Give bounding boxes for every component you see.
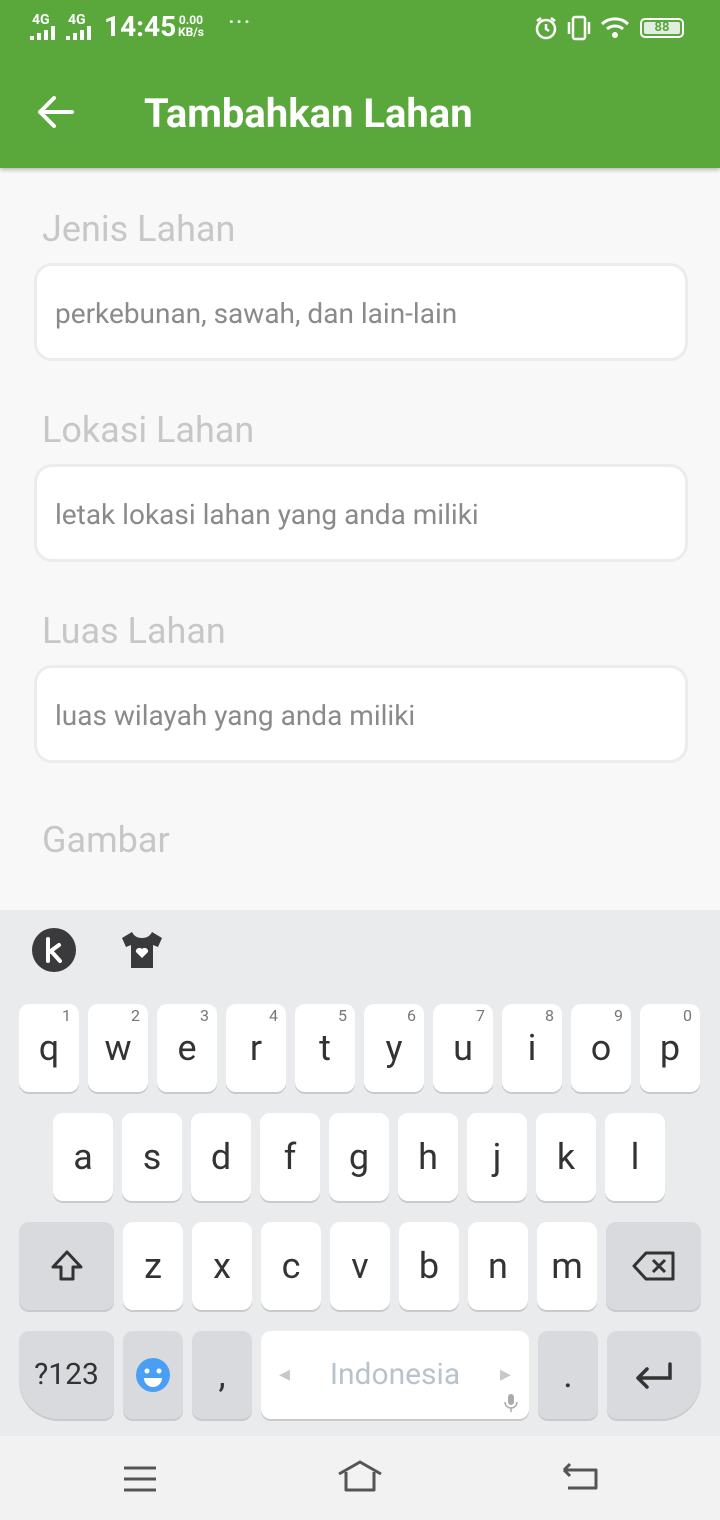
jenis-lahan-input[interactable] — [53, 266, 657, 360]
key-b[interactable]: b — [399, 1222, 459, 1310]
back-nav-icon[interactable] — [560, 1460, 600, 1492]
comma-key[interactable]: , — [192, 1331, 252, 1419]
luas-lahan-field[interactable] — [34, 665, 688, 763]
key-l[interactable]: l — [605, 1113, 665, 1201]
key-k[interactable]: k — [536, 1113, 596, 1201]
more-notifications-icon: ··· — [228, 8, 252, 38]
key-x[interactable]: x — [192, 1222, 252, 1310]
key-i[interactable]: i8 — [502, 1004, 562, 1092]
key-o[interactable]: o9 — [571, 1004, 631, 1092]
emoji-icon — [136, 1358, 170, 1392]
key-d[interactable]: d — [191, 1113, 251, 1201]
space-key[interactable]: ◂ Indonesia ▸ — [261, 1331, 529, 1419]
keyboard: ?123 , ◂ Indonesia ▸ . q1w2e3r4t5y6u7i8o… — [0, 910, 720, 1436]
key-v[interactable]: v — [330, 1222, 390, 1310]
shift-key[interactable] — [19, 1222, 114, 1310]
key-w[interactable]: w2 — [88, 1004, 148, 1092]
space-language-label: Indonesia — [329, 1357, 461, 1392]
theme-shirt-icon[interactable] — [120, 930, 164, 970]
menu-icon[interactable] — [122, 1464, 158, 1494]
back-arrow-icon[interactable] — [36, 90, 76, 134]
key-j[interactable]: j — [467, 1113, 527, 1201]
lokasi-lahan-field[interactable] — [34, 464, 688, 562]
alarm-icon — [535, 17, 557, 40]
key-p[interactable]: p0 — [640, 1004, 700, 1092]
key-z[interactable]: z — [123, 1222, 183, 1310]
network-speed: 0.00 KB/s — [178, 13, 204, 39]
jenis-lahan-label: Jenis Lahan — [42, 208, 236, 250]
shift-icon — [51, 1250, 82, 1281]
luas-lahan-input[interactable] — [53, 668, 657, 762]
period-key[interactable]: . — [538, 1331, 598, 1419]
key-g[interactable]: g — [329, 1113, 389, 1201]
signal-strength-icon — [30, 26, 55, 40]
status-bar: 4G 4G 14:45 0.00 KB/s ··· 88 — [0, 0, 720, 56]
key-h[interactable]: h — [398, 1113, 458, 1201]
keyboard-logo-icon[interactable] — [32, 928, 76, 972]
language-left-icon: ◂ — [279, 1362, 291, 1387]
key-u[interactable]: u7 — [433, 1004, 493, 1092]
system-navigation-bar — [0, 1436, 720, 1520]
key-t[interactable]: t5 — [295, 1004, 355, 1092]
key-a[interactable]: a — [53, 1113, 113, 1201]
gambar-label: Gambar — [42, 819, 170, 861]
lokasi-lahan-input[interactable] — [53, 467, 657, 561]
vibrate-icon — [567, 15, 591, 41]
key-r[interactable]: r4 — [226, 1004, 286, 1092]
home-icon[interactable] — [336, 1458, 384, 1494]
wifi-icon — [600, 17, 630, 38]
backspace-key[interactable] — [606, 1222, 701, 1310]
symbols-key[interactable]: ?123 — [19, 1331, 114, 1419]
key-n[interactable]: n — [468, 1222, 528, 1310]
microphone-icon — [504, 1394, 518, 1412]
key-f[interactable]: f — [260, 1113, 320, 1201]
jenis-lahan-field[interactable] — [34, 263, 688, 361]
battery-icon: 88 — [640, 18, 684, 38]
lokasi-lahan-label: Lokasi Lahan — [42, 409, 255, 451]
key-m[interactable]: m — [537, 1222, 597, 1310]
key-s[interactable]: s — [122, 1113, 182, 1201]
signal-strength-icon-2 — [66, 26, 91, 40]
enter-key[interactable] — [607, 1331, 701, 1419]
key-q[interactable]: q1 — [19, 1004, 79, 1092]
luas-lahan-label: Luas Lahan — [42, 610, 226, 652]
enter-icon — [636, 1362, 672, 1389]
backspace-icon — [632, 1251, 674, 1281]
key-y[interactable]: y6 — [364, 1004, 424, 1092]
key-e[interactable]: e3 — [157, 1004, 217, 1092]
page-title: Tambahkan Lahan — [144, 90, 473, 137]
clock: 14:45 — [104, 10, 177, 43]
key-c[interactable]: c — [261, 1222, 321, 1310]
emoji-key[interactable] — [123, 1331, 183, 1419]
